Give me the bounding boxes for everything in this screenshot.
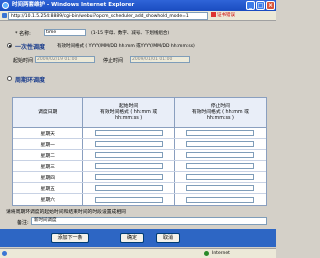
start-time-field[interactable]: [94, 174, 163, 180]
table-row: 星期六: [13, 194, 266, 205]
cycle-schedule-table: 调度日期 起始时间 有效时间格式 ( hh:mm 或 hh:mm:ss ) 停止…: [12, 97, 267, 206]
day-label: 星期天: [13, 128, 84, 138]
table-row: 星期天: [13, 128, 266, 139]
name-input[interactable]: time: [44, 29, 86, 36]
table-row: 星期三: [13, 161, 266, 172]
remark-label: 备注:: [17, 220, 29, 226]
once-schedule-radio[interactable]: [7, 43, 12, 48]
header-stop-format-2: hh:mm:ss ): [206, 115, 234, 121]
start-cell: [83, 172, 175, 182]
start-cell: [83, 183, 175, 193]
start-cell: [83, 161, 175, 171]
button-bar: 添加下一条 确定 取消: [0, 229, 276, 247]
day-label: 星期四: [13, 172, 84, 182]
table-row: 星期五: [13, 183, 266, 194]
stop-time-field[interactable]: [186, 152, 255, 158]
form-content: * 名称: time (1-15 字母、数字、减号、下划线组合) 一次性调度 有…: [3, 23, 273, 245]
window-title-bar: 时间两套维护 - Windows Internet Explorer _ □ ×: [0, 0, 276, 11]
stop-cell: [175, 183, 266, 193]
stop-cell: [175, 194, 266, 205]
table-row: 星期四: [13, 172, 266, 183]
warning-icon: [211, 12, 216, 17]
cycle-schedule-radio[interactable]: [7, 76, 12, 81]
header-stop: 停止时间 有效时间格式 ( hh:mm 或 hh:mm:ss ): [175, 98, 266, 127]
table-row: 星期二: [13, 150, 266, 161]
start-time-input[interactable]: 2009/02/19 01:00: [35, 56, 95, 63]
stop-time-input[interactable]: 2009/01/01 01:00: [130, 56, 190, 63]
day-label: 星期五: [13, 183, 84, 193]
ok-button[interactable]: 确定: [120, 233, 144, 243]
page-icon: [2, 13, 7, 18]
stop-time-label: 停止时间: [103, 58, 124, 64]
cancel-button[interactable]: 取消: [156, 233, 180, 243]
start-cell: [83, 139, 175, 149]
start-cell: [83, 194, 175, 205]
day-label: 星期六: [13, 194, 84, 205]
once-schedule-title: 一次性调度: [15, 44, 46, 51]
stop-time-field[interactable]: [186, 163, 255, 169]
stop-time-field[interactable]: [186, 185, 255, 191]
status-bar: Internet: [0, 248, 276, 258]
start-time-field[interactable]: [94, 141, 163, 147]
certificate-error-label: 证书错误: [217, 13, 235, 18]
table-row: 星期一: [13, 139, 266, 150]
header-date-label: 调度日期: [38, 109, 58, 115]
start-time-field[interactable]: [94, 130, 163, 136]
name-hint: (1-15 字母、数字、减号、下划线组合): [91, 31, 170, 36]
stop-cell: [175, 139, 266, 149]
day-label: 星期二: [13, 150, 84, 160]
day-label: 星期三: [13, 161, 84, 171]
security-zone: Internet: [212, 251, 230, 256]
stop-cell: [175, 128, 266, 138]
maximize-button[interactable]: □: [256, 1, 265, 10]
once-format-hint: 有效时间格式 ( YYYY/MM/DD hh:mm 或YYYY/MM/DD hh…: [57, 44, 195, 49]
address-bar: http://10.1.5.254:8889/cgi-bin/webui?opc…: [0, 11, 276, 21]
table-header: 调度日期 起始时间 有效时间格式 ( hh:mm 或 hh:mm:ss ) 停止…: [13, 98, 266, 128]
header-start: 起始时间 有效时间格式 ( hh:mm 或 hh:mm:ss ): [83, 98, 175, 127]
certificate-error[interactable]: 证书错误: [211, 12, 235, 20]
address-input[interactable]: http://10.1.5.254:8889/cgi-bin/webui?opc…: [8, 12, 208, 20]
add-next-button[interactable]: 添加下一条: [51, 233, 89, 243]
start-time-field[interactable]: [94, 196, 163, 203]
header-start-format-2: hh:mm:ss ): [115, 115, 143, 121]
stop-time-field[interactable]: [186, 130, 255, 136]
stop-cell: [175, 172, 266, 182]
stop-cell: [175, 161, 266, 171]
start-time-label: 起始时间: [13, 58, 34, 64]
name-label: * 名称:: [15, 31, 31, 37]
stop-time-field[interactable]: [186, 174, 255, 180]
start-cell: [83, 150, 175, 160]
window-title: 时间两套维护 - Windows Internet Explorer: [12, 2, 135, 8]
minimize-button[interactable]: _: [246, 1, 255, 10]
start-cell: [83, 128, 175, 138]
start-time-field[interactable]: [94, 163, 163, 169]
stop-cell: [175, 150, 266, 160]
globe-icon: [204, 251, 209, 256]
close-button[interactable]: ×: [266, 1, 275, 10]
header-date: 调度日期: [13, 98, 84, 127]
remark-input[interactable]: 新时间调度: [31, 217, 267, 225]
table-body: 星期天 星期一 星期二 星期三 星期四 星期五 星期六: [13, 128, 266, 205]
start-time-field[interactable]: [94, 185, 163, 191]
stop-time-field[interactable]: [186, 141, 255, 147]
page-status-icon: [2, 251, 7, 256]
ie-icon: [2, 2, 9, 9]
day-label: 星期一: [13, 139, 84, 149]
stop-time-field[interactable]: [186, 196, 255, 203]
cycle-schedule-title: 周期环调度: [15, 77, 46, 84]
cycle-note: 请将周期环调度的起始时间和结束时间的时段设置成相同: [6, 210, 126, 215]
start-time-field[interactable]: [94, 152, 163, 158]
